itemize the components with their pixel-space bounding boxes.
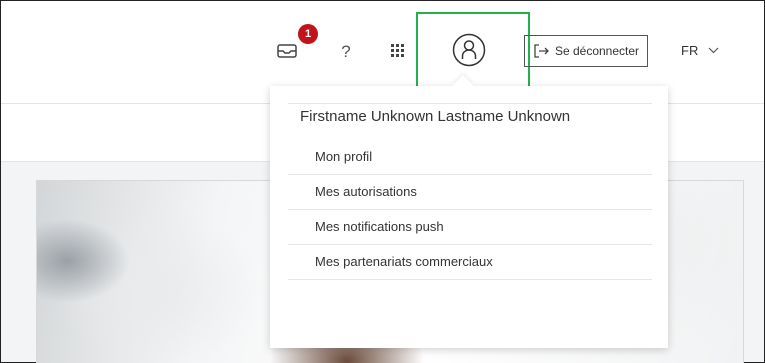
- user-menu-content: Firstname Unknown Lastname Unknown Mon p…: [288, 86, 652, 280]
- help-icon: ?: [341, 42, 351, 61]
- logout-button[interactable]: Se déconnecter: [524, 35, 648, 67]
- help-button[interactable]: ?: [338, 42, 354, 62]
- user-menu-dropdown: Firstname Unknown Lastname Unknown Mon p…: [270, 75, 668, 348]
- menu-item-mes-notifications-push[interactable]: Mes notifications push: [288, 210, 652, 245]
- language-selector[interactable]: FR: [681, 40, 719, 60]
- logout-label: Se déconnecter: [554, 44, 640, 58]
- apps-grid-icon: [391, 44, 404, 57]
- mail-button[interactable]: [276, 40, 298, 62]
- notification-badge: 1: [298, 24, 318, 44]
- menu-item-mon-profil[interactable]: Mon profil: [288, 140, 652, 175]
- apps-button[interactable]: [391, 44, 405, 58]
- chevron-down-icon: [708, 47, 719, 53]
- user-full-name: Firstname Unknown Lastname Unknown: [300, 108, 571, 125]
- mail-icon: [277, 44, 297, 58]
- language-label: FR: [681, 42, 699, 58]
- logout-icon: [534, 44, 549, 58]
- menu-item-mes-partenariats-commerciaux[interactable]: Mes partenariats commerciaux: [288, 245, 652, 280]
- menu-item-mes-autorisations[interactable]: Mes autorisations: [288, 175, 652, 210]
